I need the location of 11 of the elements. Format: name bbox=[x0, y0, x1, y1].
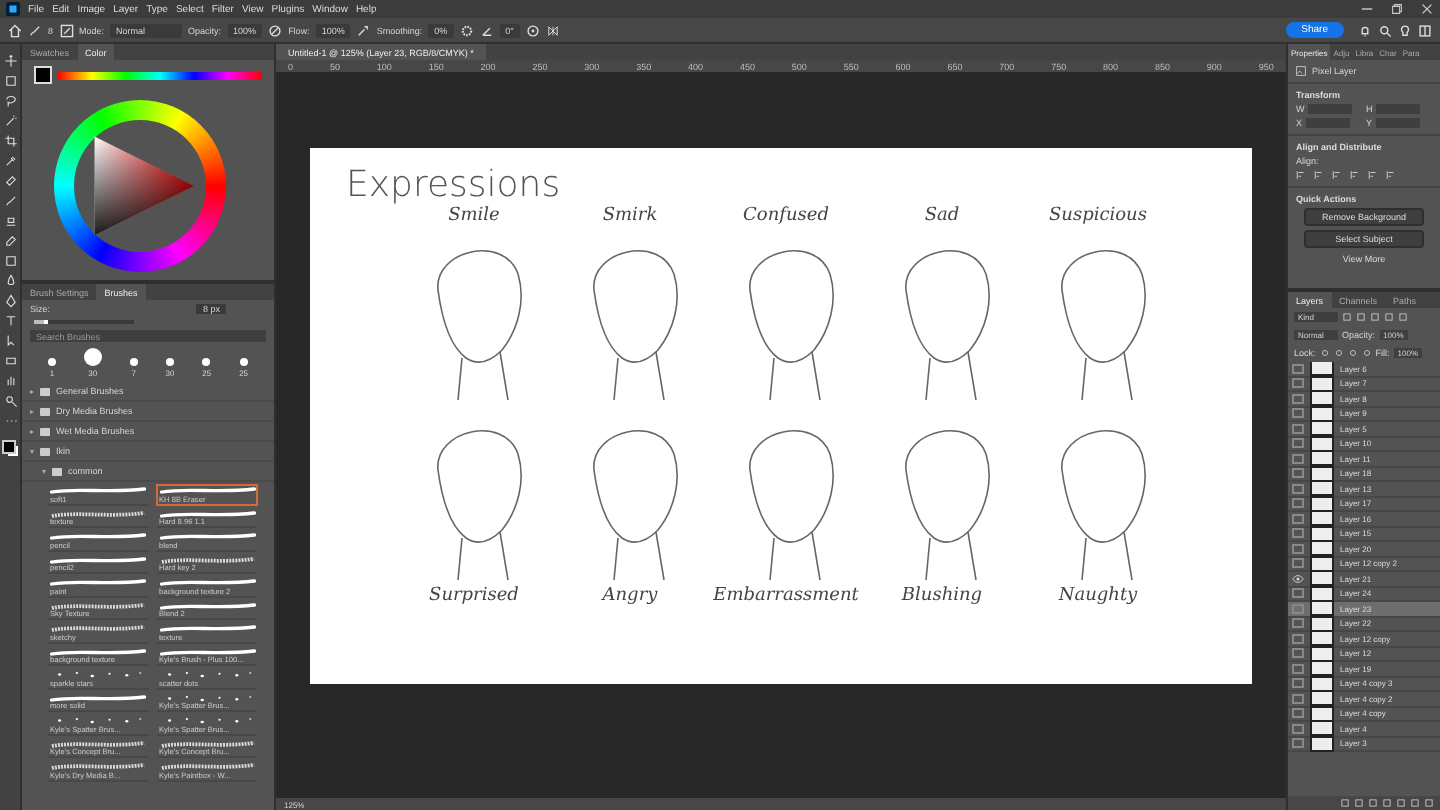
expression-label: Embarrassment bbox=[713, 585, 859, 605]
expression-label: Sad bbox=[924, 205, 960, 225]
expression-label: Naughty bbox=[1058, 585, 1138, 605]
expression-label: Blushing bbox=[901, 585, 983, 605]
expression-label: Angry bbox=[602, 585, 658, 605]
expression-label: Suspicious bbox=[1049, 205, 1147, 225]
expression-label: Smile bbox=[448, 205, 500, 225]
artwork-title: Expressions bbox=[346, 163, 563, 205]
expression-label: Confused bbox=[743, 205, 829, 225]
expression-label: Surprised bbox=[429, 585, 519, 605]
expression-label: Smirk bbox=[602, 205, 658, 225]
